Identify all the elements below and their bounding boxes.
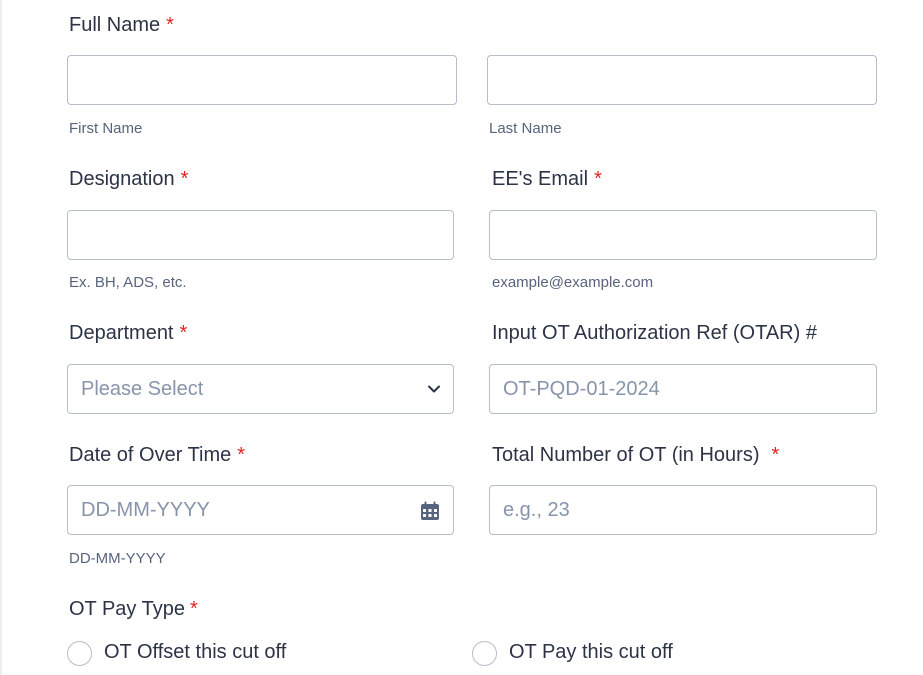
form-left-border xyxy=(0,0,2,675)
designation-sublabel: Ex. BH, ADS, etc. xyxy=(69,274,187,291)
otar-label: Input OT Authorization Ref (OTAR) # xyxy=(492,322,817,344)
pay-type-label: OT Pay Type * xyxy=(69,598,198,621)
required-mark: * xyxy=(180,168,189,190)
calendar-icon[interactable] xyxy=(420,501,440,521)
required-mark: * xyxy=(166,14,174,36)
otar-placeholder: OT-PQD-01-2024 xyxy=(503,378,660,400)
ot-date-label: Date of Over Time * xyxy=(69,444,245,467)
last-name-input[interactable] xyxy=(487,55,877,105)
department-selected-value: Please Select xyxy=(81,378,204,400)
pay-type-label-text: OT Pay Type xyxy=(69,598,185,620)
ot-date-input[interactable]: DD-MM-YYYY xyxy=(67,485,454,535)
designation-input[interactable] xyxy=(67,210,454,260)
department-select[interactable]: Please Select xyxy=(67,364,454,414)
department-label-text: Department xyxy=(69,322,174,344)
ot-date-sublabel: DD-MM-YYYY xyxy=(69,550,166,567)
ot-hours-label: Total Number of OT (in Hours) * xyxy=(492,444,779,467)
ot-hours-label-text: Total Number of OT (in Hours) xyxy=(492,444,760,466)
email-label: EE's Email * xyxy=(492,168,602,191)
full-name-label: Full Name * xyxy=(69,14,174,37)
otar-input[interactable]: OT-PQD-01-2024 xyxy=(489,364,877,414)
ot-date-label-text: Date of Over Time xyxy=(69,444,232,466)
ot-date-placeholder: DD-MM-YYYY xyxy=(81,499,210,521)
full-name-label-text: Full Name xyxy=(69,14,161,36)
first-name-sublabel: First Name xyxy=(69,120,143,137)
ot-pay-radio-label[interactable]: OT Pay this cut off xyxy=(509,641,673,664)
email-label-text: EE's Email xyxy=(492,168,589,190)
required-mark: * xyxy=(179,322,188,344)
ot-hours-input[interactable]: e.g., 23 xyxy=(489,485,877,535)
chevron-down-icon xyxy=(428,385,440,393)
ot-offset-radio-label[interactable]: OT Offset this cut off xyxy=(104,641,286,664)
department-label: Department * xyxy=(69,322,187,345)
last-name-sublabel: Last Name xyxy=(489,120,562,137)
first-name-input[interactable] xyxy=(67,55,457,105)
email-sublabel: example@example.com xyxy=(492,274,654,291)
required-mark: * xyxy=(237,444,246,466)
ot-hours-placeholder: e.g., 23 xyxy=(503,499,570,521)
ot-offset-radio[interactable] xyxy=(67,641,92,666)
ot-pay-radio[interactable] xyxy=(472,641,497,666)
required-mark: * xyxy=(594,168,602,190)
required-mark: * xyxy=(190,598,198,620)
designation-label: Designation * xyxy=(69,168,188,191)
required-mark: * xyxy=(771,444,780,466)
designation-label-text: Designation xyxy=(69,168,175,190)
email-input[interactable] xyxy=(489,210,877,260)
